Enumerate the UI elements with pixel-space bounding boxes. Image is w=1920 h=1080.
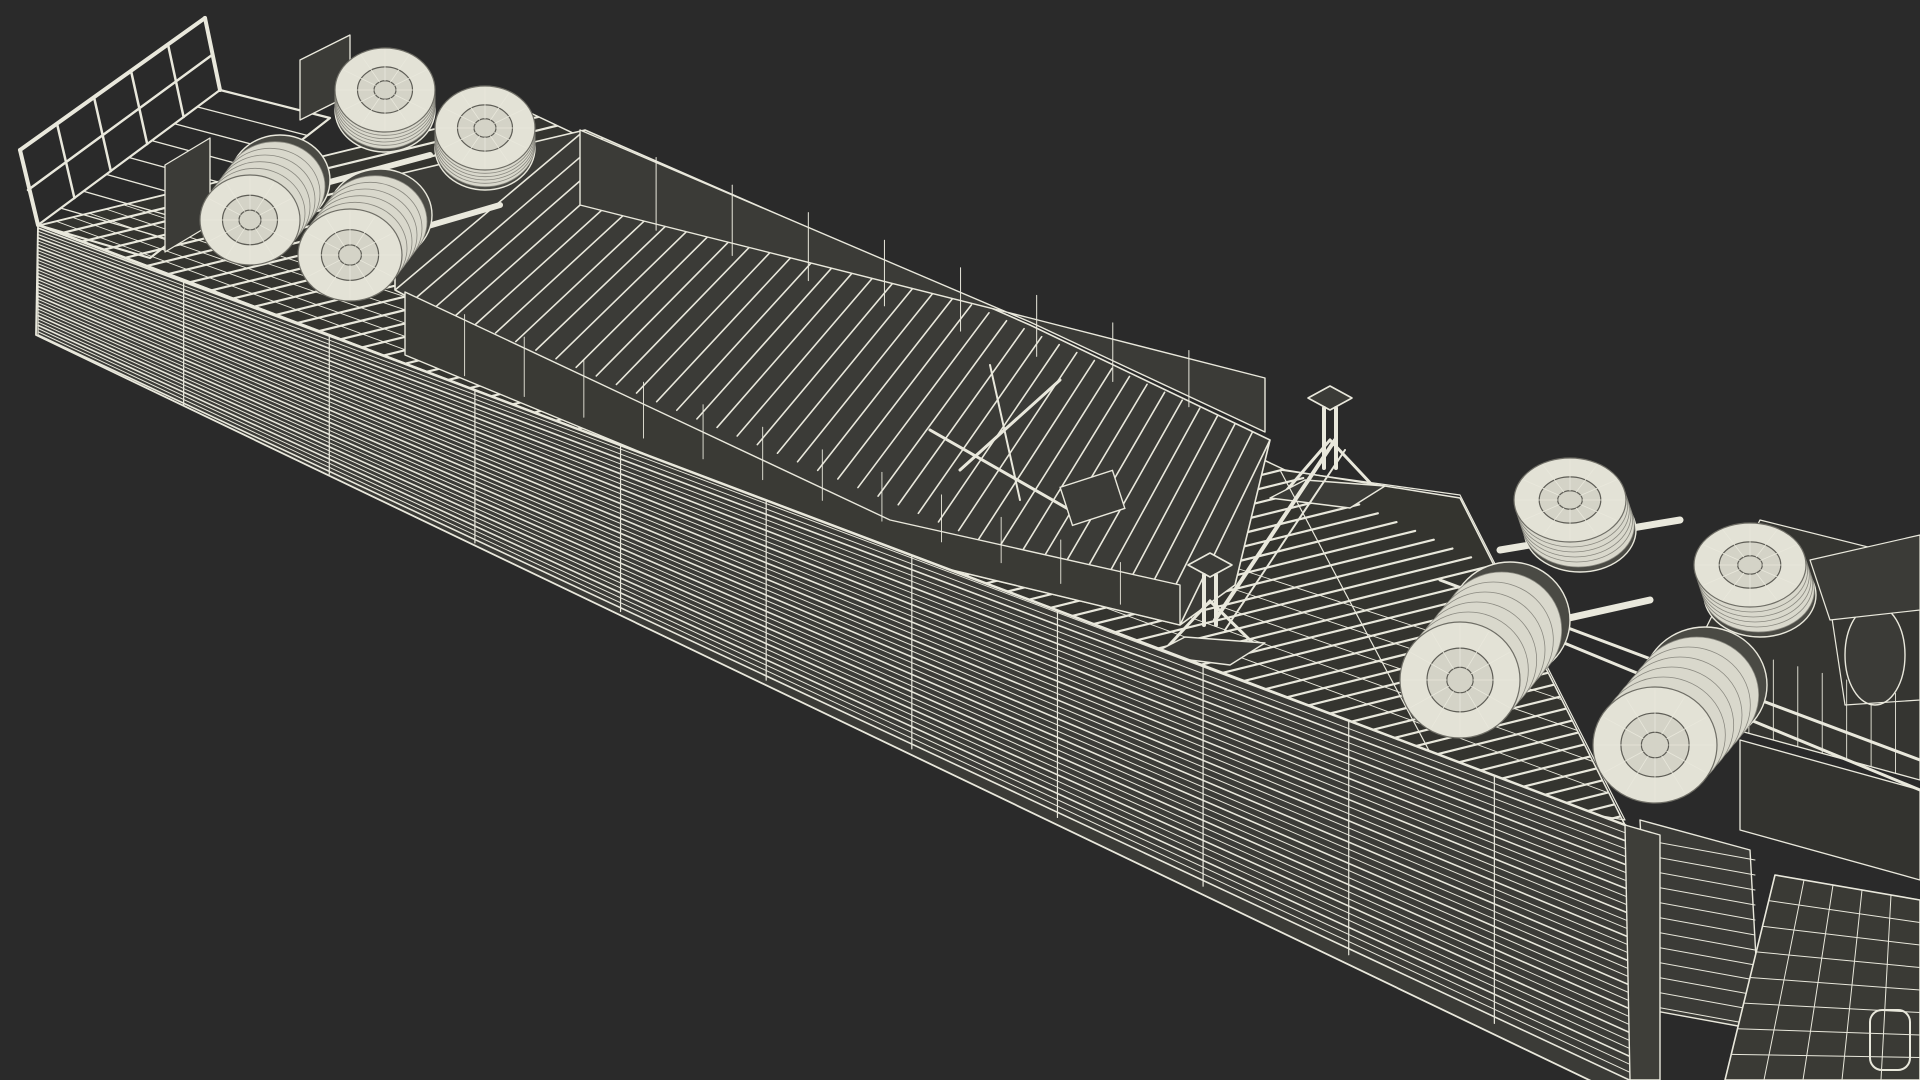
truck-cab xyxy=(1724,874,1920,1080)
landing-leg xyxy=(1269,385,1386,509)
wire-line xyxy=(196,106,309,137)
wire-shape xyxy=(1624,824,1661,1080)
rear-wheel-far-left xyxy=(334,47,436,153)
fuel-tank xyxy=(1844,604,1906,706)
rear-wheel-far-right xyxy=(434,85,536,191)
wire-shape xyxy=(1307,385,1353,411)
wire-line xyxy=(18,148,40,227)
truck-wheel-far-left xyxy=(1513,457,1637,573)
wireframe-scene xyxy=(18,16,1920,1080)
